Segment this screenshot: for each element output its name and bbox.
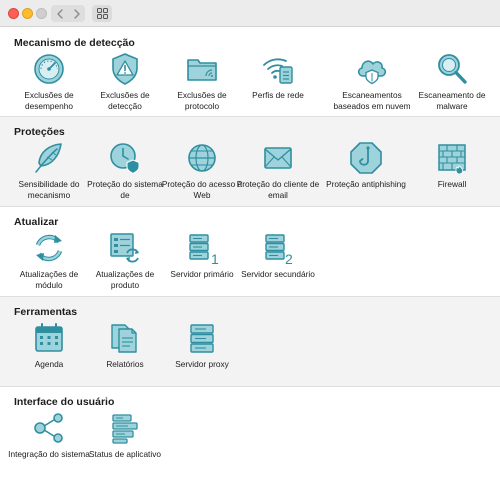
- item-product-updates[interactable]: Atualizações de produto: [83, 231, 167, 290]
- item-label: Proteção do cliente de email: [236, 179, 320, 200]
- minimize-window-button[interactable]: [22, 8, 33, 19]
- item-performance-exclusions[interactable]: Exclusões de desempenho: [7, 52, 91, 111]
- item-label: Perfis de rede: [252, 90, 304, 100]
- section-protections: Proteções Sensibilidade do mecanismo Pro…: [0, 117, 500, 207]
- item-system-integration[interactable]: Integração do sistema: [7, 411, 91, 460]
- item-network-profiles[interactable]: Perfis de rede: [236, 52, 320, 101]
- item-scheduler[interactable]: Agenda: [7, 321, 91, 370]
- item-primary-server[interactable]: 1 Servidor primário: [160, 231, 244, 280]
- item-label: Agenda: [34, 359, 64, 369]
- item-label: Servidor primário: [170, 269, 234, 279]
- item-malware-scan[interactable]: Escaneamento de malware: [410, 52, 494, 111]
- section-user-interface: Interface do usuário Integração do siste…: [0, 387, 500, 479]
- item-cloud-scans[interactable]: Escaneamentos baseados em nuvem: [324, 52, 420, 111]
- folder-icon: [187, 59, 217, 81]
- section-title: Atualizar: [14, 216, 59, 228]
- item-label: Exclusões de detecção: [100, 90, 150, 111]
- item-web-access-protection[interactable]: Proteção do acesso à Web: [160, 141, 244, 200]
- shield-warning-icon: [112, 53, 138, 85]
- cloud-shield-icon: [357, 60, 387, 85]
- item-label: Status de aplicativo: [89, 449, 161, 459]
- item-label: Atualizações de produto: [95, 269, 155, 290]
- item-label: Exclusões de protocolo: [177, 90, 227, 111]
- svg-text:2: 2: [285, 251, 293, 265]
- item-label: Servidor secundário: [241, 269, 315, 279]
- section-tools: Ferramentas Agenda Relatórios Servidor p…: [0, 297, 500, 387]
- section-title: Proteções: [14, 126, 65, 138]
- item-firewall[interactable]: Firewall: [410, 141, 494, 190]
- chevron-right-icon: [73, 8, 80, 19]
- grid-view-icon: [96, 8, 108, 19]
- item-detection-exclusions[interactable]: Exclusões de detecção: [83, 52, 167, 111]
- item-proxy-server[interactable]: Servidor proxy: [160, 321, 244, 370]
- status-list-icon: [112, 414, 138, 444]
- item-label: Atualizações de módulo: [19, 269, 79, 290]
- firewall-icon: [438, 144, 466, 175]
- item-filesystem-protection[interactable]: Proteção do sistema de: [83, 141, 167, 200]
- product-update-icon: [110, 233, 139, 263]
- item-label: Exclusões de desempenho: [24, 90, 74, 111]
- feather-icon: [35, 143, 62, 173]
- refresh-icon: [35, 234, 63, 262]
- item-reports[interactable]: Relatórios: [83, 321, 167, 370]
- item-label: Escaneamento de malware: [418, 90, 486, 111]
- item-label: Servidor proxy: [175, 359, 229, 369]
- item-antiphishing-protection[interactable]: Proteção antiphishing: [324, 141, 408, 190]
- wifi-profile-icon: [263, 58, 293, 84]
- item-secondary-server[interactable]: 2 Servidor secundário: [236, 231, 320, 280]
- item-label: Proteção antiphishing: [326, 179, 406, 189]
- chevron-left-icon: [56, 8, 63, 19]
- section-title: Interface do usuário: [14, 396, 115, 408]
- server-primary-icon: 1: [189, 234, 219, 265]
- item-label: Firewall: [437, 179, 467, 189]
- close-window-button[interactable]: [8, 8, 19, 19]
- item-module-updates[interactable]: Atualizações de módulo: [7, 231, 91, 290]
- item-label: Proteção do acesso à Web: [161, 179, 243, 200]
- magnifier-icon: [438, 54, 467, 84]
- section-title: Ferramentas: [14, 306, 78, 318]
- item-label: Sensibilidade do mecanismo: [18, 179, 80, 200]
- server-icon: [190, 324, 214, 353]
- envelope-icon: [264, 147, 292, 169]
- item-label: Integração do sistema: [8, 449, 90, 459]
- title-bar: [0, 0, 500, 27]
- forward-button[interactable]: [68, 5, 85, 22]
- item-label: Proteção do sistema de: [87, 179, 163, 200]
- zoom-window-button[interactable]: [36, 8, 47, 19]
- item-email-client-protection[interactable]: Proteção do cliente de email: [236, 141, 320, 200]
- svg-text:1: 1: [211, 251, 219, 265]
- globe-icon: [188, 144, 216, 172]
- navigation-group: [51, 5, 85, 22]
- reports-icon: [111, 324, 137, 353]
- item-label: Escaneamentos baseados em nuvem: [333, 90, 411, 111]
- grid-view-button[interactable]: [92, 5, 112, 22]
- gauge-icon: [34, 54, 64, 84]
- back-button[interactable]: [51, 5, 68, 22]
- calendar-icon: [35, 323, 63, 352]
- item-protocol-exclusions[interactable]: Exclusões de protocolo: [160, 52, 244, 111]
- clock-shield-icon: [110, 143, 140, 175]
- item-engine-sensitivity[interactable]: Sensibilidade do mecanismo: [7, 141, 91, 200]
- item-label: Relatórios: [106, 359, 144, 369]
- section-update: Atualizar Atualizações de módulo Atualiz…: [0, 207, 500, 297]
- section-detection-engine: Mecanismo de detecção Exclusões de desem…: [0, 28, 500, 117]
- server-secondary-icon: 2: [265, 234, 293, 265]
- share-nodes-icon: [34, 413, 63, 443]
- item-application-status[interactable]: Status de aplicativo: [83, 411, 167, 460]
- section-title: Mecanismo de detecção: [14, 37, 135, 49]
- hook-icon: [350, 142, 382, 174]
